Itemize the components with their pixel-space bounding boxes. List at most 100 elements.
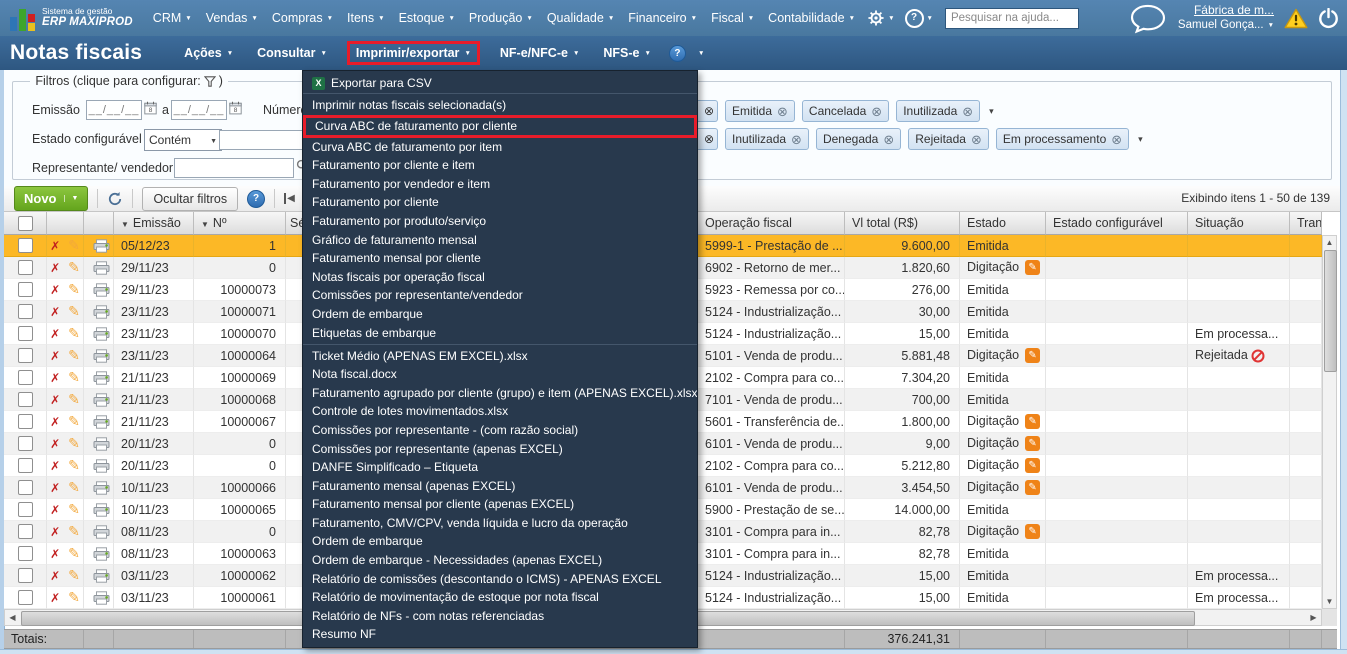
edit-icon[interactable]: ✎: [68, 523, 80, 539]
remove-chip-icon[interactable]: ⊗: [962, 105, 973, 118]
col-situacao[interactable]: Situação: [1188, 212, 1290, 235]
delete-icon[interactable]: ✗: [50, 371, 60, 385]
help-icon[interactable]: ?: [247, 189, 266, 208]
delete-icon[interactable]: ✗: [50, 547, 60, 561]
edit-icon[interactable]: ✎: [68, 303, 80, 319]
row-checkbox[interactable]: [18, 282, 33, 298]
digitacao-edit-icon[interactable]: ✎: [1025, 436, 1041, 452]
delete-icon[interactable]: ✗: [50, 239, 60, 253]
delete-icon[interactable]: ✗: [50, 459, 60, 473]
dropdown-menu-item[interactable]: Curva ABC de faturamento por item: [303, 138, 697, 157]
digitacao-edit-icon[interactable]: ✎: [1025, 524, 1041, 540]
digitacao-edit-icon[interactable]: ✎: [1025, 348, 1041, 364]
print-icon[interactable]: [93, 261, 110, 275]
delete-icon[interactable]: ✗: [50, 569, 60, 583]
scroll-left-arrow[interactable]: ◀: [5, 610, 20, 625]
edit-icon[interactable]: ✎: [68, 237, 80, 253]
dropdown-menu-item[interactable]: Ordem de embarque - Necessidades (apenas…: [303, 551, 697, 570]
power-icon[interactable]: [1318, 7, 1339, 29]
col-vl-total[interactable]: Vl total (R$): [845, 212, 960, 235]
top-menu-crm[interactable]: CRM ▼: [151, 7, 194, 29]
print-icon[interactable]: [93, 349, 110, 363]
dropdown-menu-item[interactable]: Notas fiscais por operação fiscal: [303, 268, 697, 287]
select-all-checkbox[interactable]: [18, 215, 33, 231]
print-icon[interactable]: [93, 371, 110, 385]
edit-icon[interactable]: ✎: [68, 347, 80, 363]
col-estado[interactable]: Estado: [960, 212, 1046, 235]
digitacao-edit-icon[interactable]: ✎: [1025, 480, 1041, 496]
dropdown-menu-item[interactable]: Curva ABC de faturamento por cliente: [303, 114, 697, 138]
help-menu-button[interactable]: ? ▼: [904, 8, 933, 28]
digitacao-edit-icon[interactable]: ✎: [1025, 260, 1041, 276]
dropdown-menu-item[interactable]: Controle de lotes movimentados.xlsx: [303, 402, 697, 421]
top-menu-contabilidade[interactable]: Contabilidade ▼: [766, 7, 857, 29]
edit-icon[interactable]: ✎: [68, 413, 80, 429]
delete-icon[interactable]: ✗: [50, 481, 60, 495]
company-link[interactable]: Fábrica de m...: [1194, 3, 1274, 18]
edit-icon[interactable]: ✎: [68, 479, 80, 495]
help-search-input[interactable]: [944, 7, 1079, 29]
print-icon[interactable]: [93, 239, 110, 253]
print-icon[interactable]: [93, 415, 110, 429]
col-transportadora[interactable]: Tran: [1290, 212, 1322, 235]
help-icon[interactable]: ?: [668, 44, 686, 62]
dropdown-menu-item[interactable]: Imprimir notas fiscais selecionada(s): [303, 96, 697, 115]
refresh-button[interactable]: [107, 191, 123, 207]
representante-input[interactable]: [174, 158, 294, 178]
col-numero[interactable]: ▼ Nº: [194, 212, 286, 235]
filter-chip[interactable]: Emitida ⊗: [725, 100, 795, 122]
top-menu-estoque[interactable]: Estoque ▼: [397, 7, 457, 29]
delete-icon[interactable]: ✗: [50, 437, 60, 451]
remove-chip-icon[interactable]: ⊗: [1111, 133, 1122, 146]
col-estado-configuravel[interactable]: Estado configurável: [1046, 212, 1188, 235]
top-menu-financeiro[interactable]: Financeiro ▼: [626, 7, 699, 29]
page-menu-nf-e-nfc-e[interactable]: NF-e/NFC-e ▼: [496, 43, 584, 63]
sort-icon[interactable]: ▼: [201, 220, 209, 229]
edit-icon[interactable]: ✎: [68, 369, 80, 385]
dropdown-menu-item[interactable]: Faturamento mensal (apenas EXCEL): [303, 477, 697, 496]
top-menu-produ-o[interactable]: Produção ▼: [467, 7, 535, 29]
dropdown-menu-item[interactable]: Faturamento por vendedor e item: [303, 175, 697, 194]
remove-chip-icon[interactable]: ⊗: [791, 133, 802, 146]
filter-chip[interactable]: Em processamento ⊗: [995, 128, 1130, 150]
dropdown-menu-item[interactable]: Faturamento mensal por cliente (apenas E…: [303, 495, 697, 514]
edit-icon[interactable]: ✎: [68, 435, 80, 451]
dropdown-menu-item[interactable]: Relatório de comissões (descontando o IC…: [303, 570, 697, 589]
sort-icon[interactable]: ▼: [121, 220, 129, 229]
dropdown-menu-item[interactable]: Resumo NF: [303, 625, 697, 644]
row-checkbox[interactable]: [18, 260, 33, 276]
delete-icon[interactable]: ✗: [50, 305, 60, 319]
dropdown-menu-item[interactable]: Ordem de embarque: [303, 305, 697, 324]
calendar-icon[interactable]: 8: [229, 101, 242, 118]
print-icon[interactable]: [93, 525, 110, 539]
row-checkbox[interactable]: [18, 524, 33, 540]
print-icon[interactable]: [93, 283, 110, 297]
settings-menu-button[interactable]: ▼: [867, 9, 895, 27]
delete-icon[interactable]: ✗: [50, 503, 60, 517]
edit-icon[interactable]: ✎: [68, 589, 80, 605]
print-icon[interactable]: [93, 591, 110, 605]
dropdown-menu-item[interactable]: Faturamento agrupado por cliente (grupo)…: [303, 384, 697, 403]
filter-chip[interactable]: Denegada ⊗: [815, 128, 902, 150]
row-checkbox[interactable]: [18, 392, 33, 408]
dropdown-menu-item[interactable]: Nota fiscal.docx: [303, 365, 697, 384]
row-checkbox[interactable]: [18, 546, 33, 562]
dropdown-menu-item[interactable]: Gráfico de faturamento mensal: [303, 231, 697, 250]
row-checkbox[interactable]: [18, 568, 33, 584]
print-icon[interactable]: [93, 437, 110, 451]
delete-icon[interactable]: ✗: [50, 261, 60, 275]
dropdown-menu-item[interactable]: Faturamento, CMV/CPV, venda líquida e lu…: [303, 514, 697, 533]
delete-icon[interactable]: ✗: [50, 349, 60, 363]
row-checkbox[interactable]: [18, 304, 33, 320]
dropdown-menu-item[interactable]: Comissões por representante/vendedor: [303, 286, 697, 305]
filter-chip[interactable]: Cancelada ⊗: [801, 100, 890, 122]
emissao-to-input[interactable]: __/__/__: [171, 100, 227, 120]
remove-chip-icon[interactable]: ⊗: [871, 105, 882, 118]
top-menu-qualidade[interactable]: Qualidade ▼: [545, 7, 616, 29]
delete-icon[interactable]: ✗: [50, 415, 60, 429]
dropdown-menu-item[interactable]: Ordem de embarque: [303, 532, 697, 551]
edit-icon[interactable]: ✎: [68, 325, 80, 341]
delete-icon[interactable]: ✗: [50, 525, 60, 539]
remove-chip-icon[interactable]: ⊗: [883, 133, 894, 146]
row-checkbox[interactable]: [18, 458, 33, 474]
